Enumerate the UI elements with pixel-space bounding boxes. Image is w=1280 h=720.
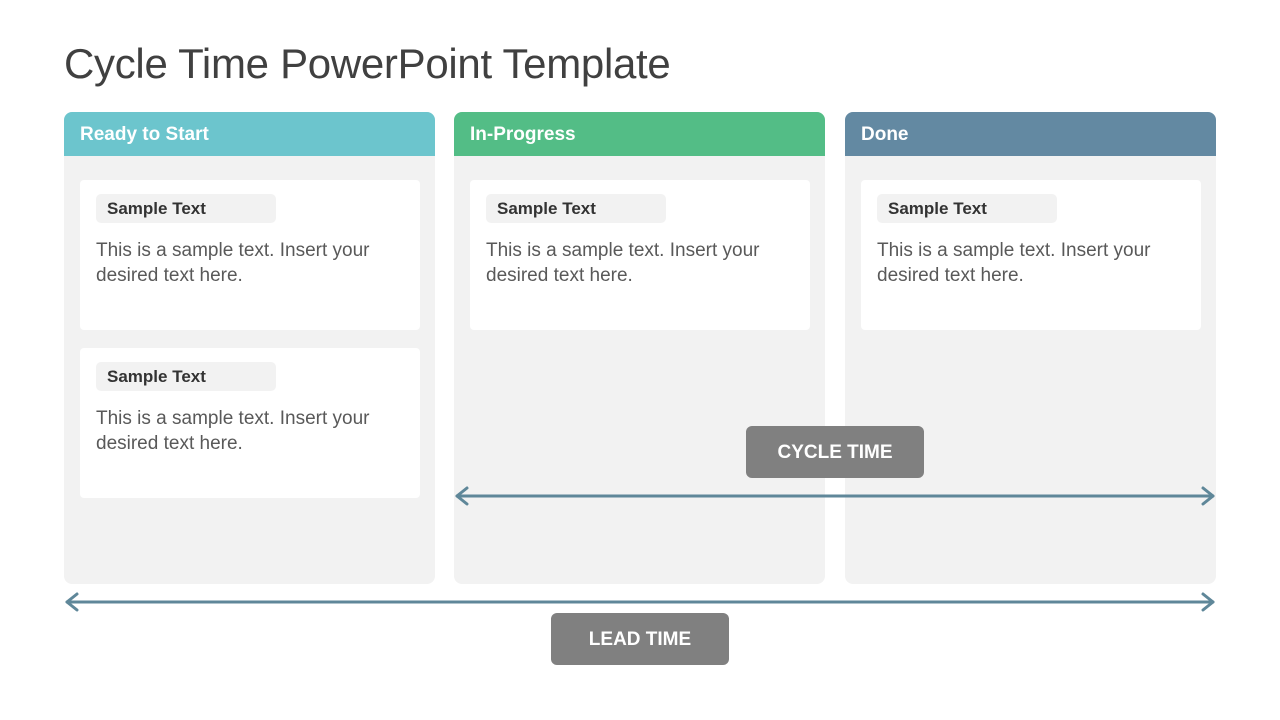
cycle-time-label: CYCLE TIME [746, 426, 924, 478]
lead-time-label: LEAD TIME [551, 613, 729, 665]
lead-time-arrow [65, 592, 1215, 612]
arrows-layer [65, 486, 1215, 612]
cycle-time-arrow [455, 486, 1215, 506]
